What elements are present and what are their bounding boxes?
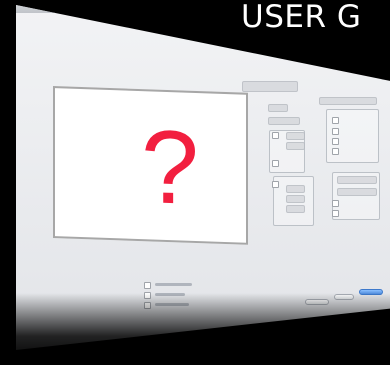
checkbox-2[interactable] bbox=[272, 160, 279, 167]
number-field-1[interactable] bbox=[286, 132, 305, 140]
small-field-2[interactable] bbox=[268, 117, 300, 125]
checkbox-4[interactable] bbox=[332, 128, 339, 135]
bottom-option-label-3 bbox=[155, 303, 189, 306]
checkbox-5[interactable] bbox=[332, 138, 339, 145]
checkbox-6[interactable] bbox=[332, 148, 339, 155]
dropdown-lower-right-2[interactable] bbox=[337, 188, 377, 196]
dialog-window: ? bbox=[16, 5, 390, 350]
dialog-window-wrap: ? bbox=[16, 5, 390, 350]
right-top-dropdown[interactable] bbox=[319, 97, 377, 105]
preview-question-mark: ? bbox=[141, 109, 199, 228]
secondary-button[interactable] bbox=[334, 294, 354, 300]
small-field-1[interactable] bbox=[268, 104, 288, 112]
screenshot-stage: USER G ? bbox=[0, 0, 390, 365]
number-field-3[interactable] bbox=[286, 185, 305, 193]
checkbox-9[interactable] bbox=[332, 210, 339, 217]
checkbox-3[interactable] bbox=[332, 117, 339, 124]
bottom-option-label-1 bbox=[155, 283, 192, 286]
dropdown-lower-right-1[interactable] bbox=[337, 176, 377, 184]
bottom-checkbox-2[interactable] bbox=[144, 292, 151, 299]
bottom-checkbox-3[interactable] bbox=[144, 302, 151, 309]
checkbox-8[interactable] bbox=[332, 200, 339, 207]
checkbox-1[interactable] bbox=[272, 132, 279, 139]
bottom-option-label-2 bbox=[155, 293, 185, 296]
overlay-title: USER G bbox=[241, 0, 362, 35]
number-field-5[interactable] bbox=[286, 205, 305, 213]
primary-button[interactable] bbox=[359, 289, 383, 295]
top-dropdown[interactable] bbox=[242, 81, 298, 92]
number-field-2[interactable] bbox=[286, 142, 305, 150]
number-field-4[interactable] bbox=[286, 195, 305, 203]
checkbox-7[interactable] bbox=[272, 181, 279, 188]
bottom-checkbox-1[interactable] bbox=[144, 282, 151, 289]
cancel-button[interactable] bbox=[305, 299, 329, 305]
